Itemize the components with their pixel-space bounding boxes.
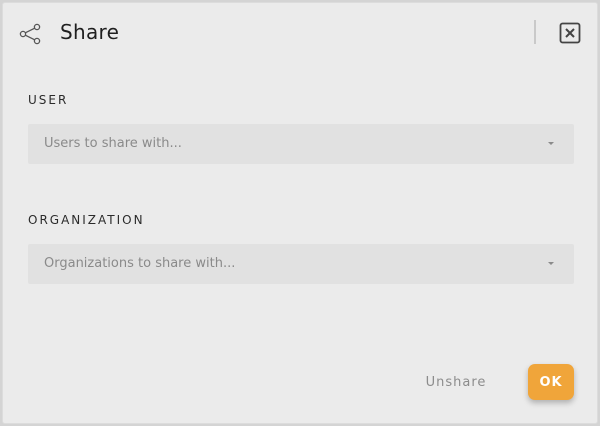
organization-label: ORGANIZATION	[28, 213, 145, 227]
user-select[interactable]: Users to share with...	[28, 124, 574, 164]
share-dialog: Share USER Users to share with... ORGANI…	[2, 2, 598, 424]
chevron-down-icon	[548, 262, 554, 265]
share-icon	[19, 23, 41, 45]
user-label: USER	[28, 93, 69, 107]
user-select-placeholder: Users to share with...	[44, 136, 182, 151]
ok-button[interactable]: OK	[528, 364, 574, 400]
header-divider	[534, 20, 536, 44]
organization-select[interactable]: Organizations to share with...	[28, 244, 574, 284]
dialog-title: Share	[60, 20, 120, 44]
dialog-header: Share	[3, 3, 597, 63]
organization-select-placeholder: Organizations to share with...	[44, 256, 236, 271]
chevron-down-icon	[548, 142, 554, 145]
close-icon[interactable]	[559, 22, 581, 44]
unshare-button[interactable]: Unshare	[413, 366, 499, 398]
